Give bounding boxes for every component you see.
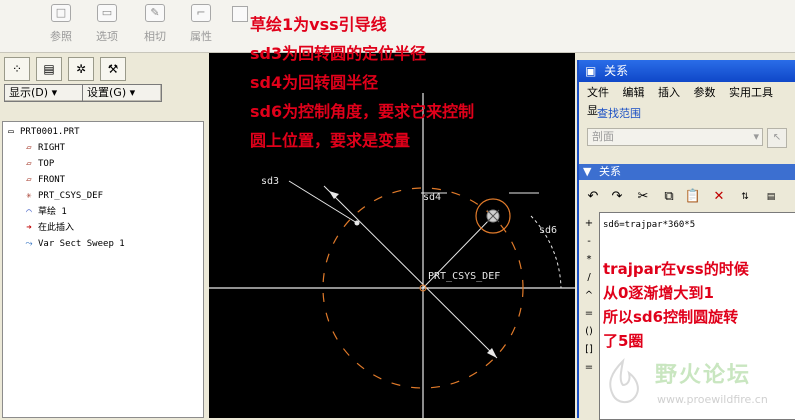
menu-insert[interactable]: 插入 (658, 86, 680, 99)
corner-icon: ⌐ (191, 4, 211, 22)
chevron-down-icon: ▾ (51, 86, 58, 99)
operator-equals[interactable]: = (582, 305, 596, 323)
tree-item-var-sect-sweep[interactable]: ⤳ Var Sect Sweep 1 (23, 237, 124, 252)
datum-plane-icon: ▱ (26, 175, 32, 185)
part-icon: ▭ (8, 127, 14, 137)
copy-icon[interactable]: ⧉ (659, 187, 679, 207)
paste-icon[interactable]: 📋 (683, 187, 703, 207)
operator-plus[interactable]: + (582, 215, 596, 233)
settings-dropdown[interactable]: 设置(G) ▾ (82, 84, 162, 102)
relation-line: sd6=trajpar*360*5 (603, 220, 696, 230)
chevron-down-icon: ▾ (129, 86, 136, 99)
forum-watermark: 野火论坛 www.proewildfire.cn (593, 353, 795, 418)
operator-power[interactable]: ^ (582, 287, 596, 305)
model-tree: ▭ PRT0001.PRT ▱ RIGHT ▱ TOP ▱ FRONT ✳ PRT_CSY… (2, 121, 204, 418)
sort-relations-icon[interactable]: ⇅ (735, 187, 755, 207)
operator-parentheses[interactable]: () (582, 323, 596, 341)
tree-item-csys[interactable]: ✳ PRT_CSYS_DEF (23, 189, 103, 204)
datum-plane-icon: ▱ (26, 143, 32, 153)
operator-minus[interactable]: - (582, 233, 596, 251)
menu-file[interactable]: 文件 (587, 86, 609, 99)
right-annotation: trajpar在vss的时候 从0逐渐增大到1 所以sd6控制圆旋转 了5圈 (603, 260, 749, 350)
sd6-label: sd6 (539, 225, 557, 236)
pick-scope-button[interactable]: ↖ (767, 128, 787, 148)
relations-toolbar: ↶ ↷ ✂ ⧉ 📋 ✕ ⇅ ▤ (579, 184, 795, 210)
redo-icon[interactable]: ↷ (607, 187, 627, 207)
watermark-url: www.proewildfire.cn (657, 393, 768, 406)
flame-logo-icon (609, 357, 639, 403)
star-tab-icon[interactable]: ✲ (68, 57, 94, 81)
tree-item-insert-here[interactable]: ➜ 在此插入 (23, 221, 74, 236)
edit-icon: ✎ (145, 4, 165, 22)
sketch-icon: ⌒ (26, 207, 32, 217)
options-button[interactable]: ▭ 选项 (96, 4, 118, 44)
csys-label: PRT_CSYS_DEF (428, 271, 500, 282)
dialog-menubar: 文件 编辑 插入 参数 实用工具 显 (579, 84, 795, 117)
menu-parameters[interactable]: 参数 (694, 86, 716, 99)
cut-icon[interactable]: ✂ (633, 187, 653, 207)
window-icon: ▣ (585, 64, 597, 78)
chevron-down-icon: ▾ (753, 130, 759, 143)
model-tree-panel: ⁘ ▤ ✲ ⚒ 显示(D) ▾ 设置(G) ▾ ▭ PRT0001.PRT ▱ RI… (0, 53, 206, 418)
properties-button[interactable]: ⌐ 属性 (190, 4, 212, 44)
sd3-label: sd3 (261, 176, 279, 187)
menu-edit[interactable]: 编辑 (623, 86, 645, 99)
tools-tab-icon[interactable]: ⚒ (100, 57, 126, 81)
tree-item-top[interactable]: ▱ TOP (23, 157, 54, 172)
watermark-name: 野火论坛 (655, 363, 752, 388)
collapse-triangle-icon: ▼ (583, 165, 592, 178)
square-icon: □ (51, 4, 71, 22)
show-dropdown[interactable]: 显示(D) ▾ (4, 84, 84, 102)
top-annotation: 草绘1为vss引导线 sd3为回转圆的定位半径 sd4为回转圆半径 sd6为控制… (250, 15, 475, 150)
tree-item-sketch[interactable]: ⌒ 草绘 1 (23, 205, 67, 220)
menu-utilities[interactable]: 实用工具 (729, 86, 773, 99)
extra-tool-icon[interactable] (232, 6, 248, 22)
operator-divide[interactable]: / (582, 269, 596, 287)
model-tree-tab-icon[interactable]: ⁘ (4, 57, 30, 81)
scope-select[interactable]: 剖面 ▾ (587, 128, 763, 146)
insert-arrow-icon: ➜ (26, 223, 32, 233)
folder-tab-icon[interactable]: ▤ (36, 57, 62, 81)
tangent-button[interactable]: ✎ 相切 (144, 4, 166, 44)
csys-icon: ✳ (26, 191, 32, 201)
references-button[interactable]: □ 参照 (50, 4, 72, 44)
sweep-icon: ⤳ (25, 239, 33, 249)
evaluate-icon[interactable]: ▤ (761, 187, 781, 207)
scope-section-title: 查找范围 (597, 107, 641, 120)
dialog-title-bar[interactable]: ▣ 关系 (579, 60, 795, 82)
operator-multiply[interactable]: * (582, 251, 596, 269)
tree-item-part[interactable]: ▭ PRT0001.PRT (5, 125, 79, 140)
tree-item-front[interactable]: ▱ FRONT (23, 173, 65, 188)
sd4-label: sd4 (423, 192, 441, 203)
relations-section-title[interactable]: ▼ 关系 (579, 164, 795, 180)
speech-icon: ▭ (97, 4, 117, 22)
delete-icon[interactable]: ✕ (709, 187, 729, 207)
sd3-leader (288, 180, 358, 224)
tree-item-right[interactable]: ▱ RIGHT (23, 141, 65, 156)
datum-plane-icon: ▱ (26, 159, 32, 169)
undo-icon[interactable]: ↶ (583, 187, 603, 207)
